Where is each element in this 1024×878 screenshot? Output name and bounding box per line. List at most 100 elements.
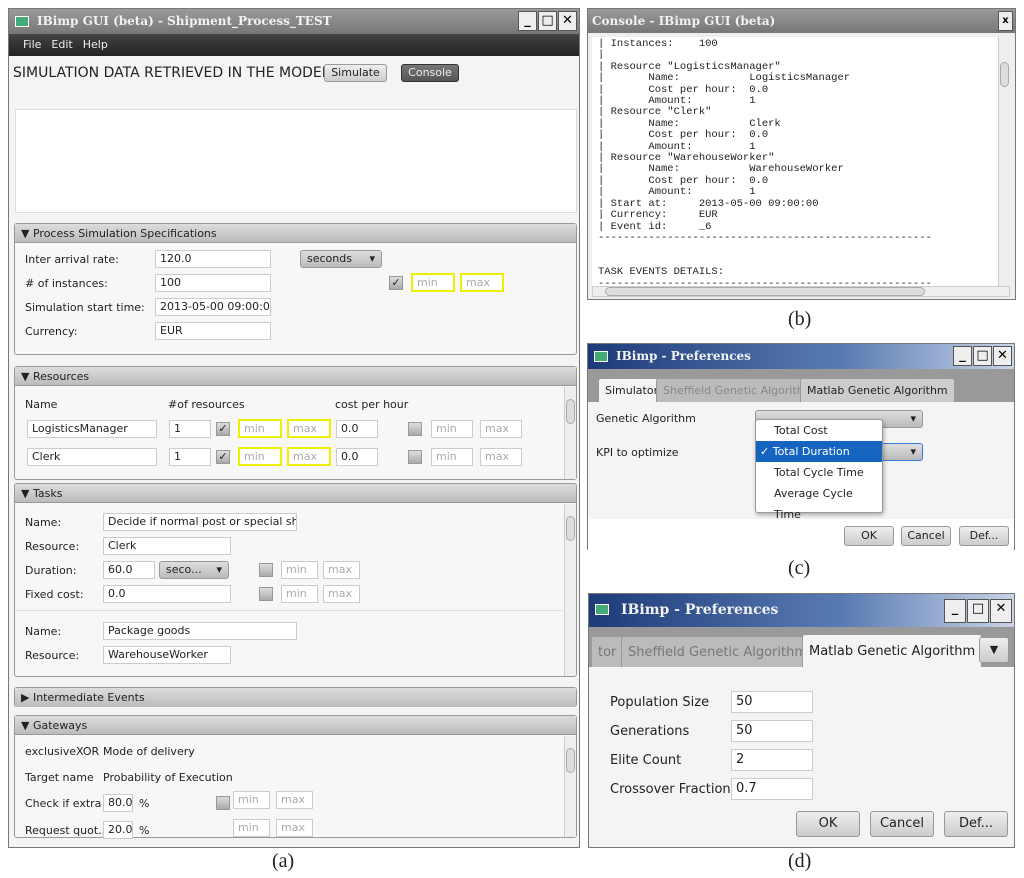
cost-max-input[interactable]: max <box>480 448 522 466</box>
resource-count-input[interactable]: 1 <box>169 448 211 466</box>
probability-max-input[interactable]: max <box>276 819 313 837</box>
console-hscrollbar[interactable] <box>592 286 1010 297</box>
option-total-duration[interactable]: ✓ Total Duration <box>756 441 882 462</box>
cost-min-input[interactable]: min <box>431 448 473 466</box>
task-name-input[interactable]: Package goods <box>103 622 297 640</box>
cost-min-input[interactable]: min <box>431 420 473 438</box>
crossover-fraction-label: Crossover Fraction <box>610 782 731 797</box>
count-min-input[interactable]: min <box>238 447 282 466</box>
start-time-input[interactable]: 2013-05-00 09:00:00 <box>155 298 271 316</box>
task-name-input[interactable]: Decide if normal post or special shipmen… <box>103 513 297 531</box>
count-range-checkbox[interactable]: ✓ <box>216 450 230 464</box>
menu-edit[interactable]: Edit <box>51 38 72 51</box>
defaults-button[interactable]: Def... <box>944 811 1008 837</box>
fixed-max-input[interactable]: max <box>323 585 360 603</box>
probability-min-input[interactable]: min <box>233 791 270 809</box>
close-button[interactable]: ✕ <box>558 11 577 31</box>
gateways-section-header[interactable]: ▼ Gateways <box>15 716 576 735</box>
generations-input[interactable]: 50 <box>731 720 813 742</box>
instances-range-checkbox[interactable]: ✓ <box>389 276 403 290</box>
pref-title-bar: IBimp - Preferences _ □ ✕ <box>588 344 1014 369</box>
minimize-button[interactable]: _ <box>518 11 537 31</box>
probability-min-input[interactable]: min <box>233 819 270 837</box>
cost-range-checkbox[interactable] <box>408 422 422 436</box>
task-name-label: Name: <box>25 625 62 638</box>
task-fixed-cost-input[interactable]: 0.0 <box>103 585 231 603</box>
caption-d: (d) <box>788 850 812 872</box>
chevron-down-icon: ▼ <box>989 643 999 656</box>
tab-matlab[interactable]: Matlab Genetic Algorithm <box>802 634 983 667</box>
elite-count-input[interactable]: 2 <box>731 749 813 771</box>
probability-input[interactable]: 80.0 <box>103 794 133 812</box>
maximize-button[interactable]: □ <box>967 599 989 623</box>
target-name: Check if extra ... <box>25 797 116 810</box>
tab-overflow-button[interactable]: ▼ <box>979 637 1009 663</box>
task-resource-input[interactable]: Clerk <box>103 537 231 555</box>
count-max-input[interactable]: max <box>287 447 331 466</box>
count-max-input[interactable]: max <box>287 419 331 438</box>
tab-sheffield[interactable]: Sheffield Genetic Algorithm <box>621 636 815 667</box>
ok-button[interactable]: OK <box>796 811 860 837</box>
population-size-input[interactable]: 50 <box>731 691 813 713</box>
close-button[interactable]: ✕ <box>990 599 1012 623</box>
menu-help[interactable]: Help <box>83 38 108 51</box>
ok-button[interactable]: OK <box>844 526 894 546</box>
cost-input[interactable]: 0.0 <box>336 448 378 466</box>
output-area[interactable] <box>15 109 577 213</box>
tab-sheffield[interactable]: Sheffield Genetic Algorithm <box>656 378 822 402</box>
option-total-cycle-time[interactable]: Total Cycle Time <box>756 462 882 483</box>
resources-section-header[interactable]: ▼ Resources <box>15 367 576 386</box>
time-unit-select[interactable]: seconds <box>300 250 382 268</box>
close-button[interactable]: ✕ <box>993 346 1012 366</box>
tab-simulator[interactable]: tor <box>591 636 624 667</box>
inter-arrival-input[interactable]: 120.0 <box>155 250 271 268</box>
menu-file[interactable]: File <box>23 38 41 51</box>
probability-range-checkbox[interactable] <box>216 796 230 810</box>
tab-matlab[interactable]: Matlab Genetic Algorithm <box>800 378 955 402</box>
app-icon <box>15 16 29 27</box>
minimize-button[interactable]: _ <box>944 599 966 623</box>
gateways-scrollbar[interactable] <box>564 736 576 837</box>
fixed-min-input[interactable]: min <box>281 585 318 603</box>
simulate-button[interactable]: Simulate <box>324 64 387 82</box>
duration-max-input[interactable]: max <box>323 561 360 579</box>
option-total-cost[interactable]: Total Cost <box>756 420 882 441</box>
resources-scrollbar[interactable] <box>564 387 576 479</box>
count-range-checkbox[interactable]: ✓ <box>216 422 230 436</box>
resources-section: ▼ Resources Name #of resources cost per … <box>14 366 577 480</box>
task-resource-input[interactable]: WarehouseWorker <box>103 646 231 664</box>
cancel-button[interactable]: Cancel <box>901 526 951 546</box>
cost-range-checkbox[interactable] <box>408 450 422 464</box>
instances-max-input[interactable]: max <box>460 273 504 292</box>
tasks-scrollbar[interactable] <box>564 504 576 676</box>
process-section-header[interactable]: ▼ Process Simulation Specifications <box>15 224 576 243</box>
fixed-cost-range-checkbox[interactable] <box>259 587 273 601</box>
cost-input[interactable]: 0.0 <box>336 420 378 438</box>
duration-range-checkbox[interactable] <box>259 563 273 577</box>
console-vscrollbar[interactable] <box>998 37 1010 286</box>
resource-name-input[interactable]: LogisticsManager <box>27 420 157 438</box>
instances-input[interactable]: 100 <box>155 274 271 292</box>
minimize-button[interactable]: _ <box>953 346 972 366</box>
currency-input[interactable]: EUR <box>155 322 271 340</box>
maximize-button[interactable]: □ <box>973 346 992 366</box>
count-min-input[interactable]: min <box>238 419 282 438</box>
instances-min-input[interactable]: min <box>411 273 455 292</box>
cancel-button[interactable]: Cancel <box>870 811 934 837</box>
probability-max-input[interactable]: max <box>276 791 313 809</box>
console-button[interactable]: Console <box>401 64 459 82</box>
console-close-button[interactable]: x <box>998 11 1013 31</box>
defaults-button[interactable]: Def... <box>959 526 1009 546</box>
duration-min-input[interactable]: min <box>281 561 318 579</box>
crossover-fraction-input[interactable]: 0.7 <box>731 778 813 800</box>
task-duration-unit-select[interactable]: seco... <box>159 561 229 579</box>
probability-input[interactable]: 20.0 <box>103 821 133 839</box>
intermediate-events-header[interactable]: ▶ Intermediate Events <box>15 688 576 707</box>
maximize-button[interactable]: □ <box>538 11 557 31</box>
cost-max-input[interactable]: max <box>480 420 522 438</box>
resource-name-input[interactable]: Clerk <box>27 448 157 466</box>
option-average-cycle-time[interactable]: Average Cycle Time <box>756 483 882 521</box>
resource-count-input[interactable]: 1 <box>169 420 211 438</box>
tasks-section-header[interactable]: ▼ Tasks <box>15 484 576 503</box>
task-duration-input[interactable]: 60.0 <box>103 561 155 579</box>
